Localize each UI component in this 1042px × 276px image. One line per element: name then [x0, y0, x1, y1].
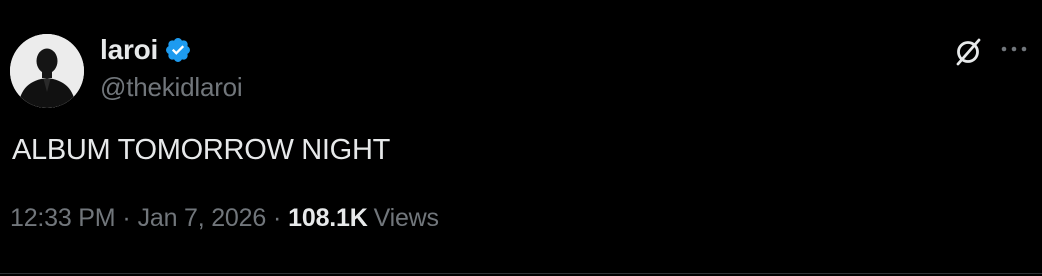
- more-options-icon[interactable]: [1000, 42, 1030, 56]
- tweet-meta: 12:33 PM · Jan 7, 2026 · 108.1K Views: [10, 204, 439, 233]
- name-row: laroi: [100, 32, 243, 68]
- meta-separator: ·: [122, 204, 131, 232]
- author-info: laroi @thekidlaroi: [100, 32, 243, 103]
- tweet-date[interactable]: Jan 7, 2026: [138, 204, 267, 233]
- views-count[interactable]: 108.1K: [288, 204, 368, 233]
- views-label[interactable]: Views: [374, 204, 439, 233]
- tweet-card: laroi @thekidlaroi ALBUM TOMORROW NIGHT …: [0, 0, 1042, 276]
- verified-badge-icon[interactable]: [164, 36, 192, 64]
- meta-separator: ·: [273, 204, 282, 232]
- grok-icon[interactable]: [952, 36, 984, 68]
- display-name[interactable]: laroi: [100, 34, 158, 66]
- tweet-text: ALBUM TOMORROW NIGHT: [12, 134, 390, 166]
- tweet-time[interactable]: 12:33 PM: [10, 204, 116, 233]
- handle[interactable]: @thekidlaroi: [100, 72, 243, 103]
- avatar[interactable]: [10, 34, 84, 108]
- divider: [0, 273, 1042, 274]
